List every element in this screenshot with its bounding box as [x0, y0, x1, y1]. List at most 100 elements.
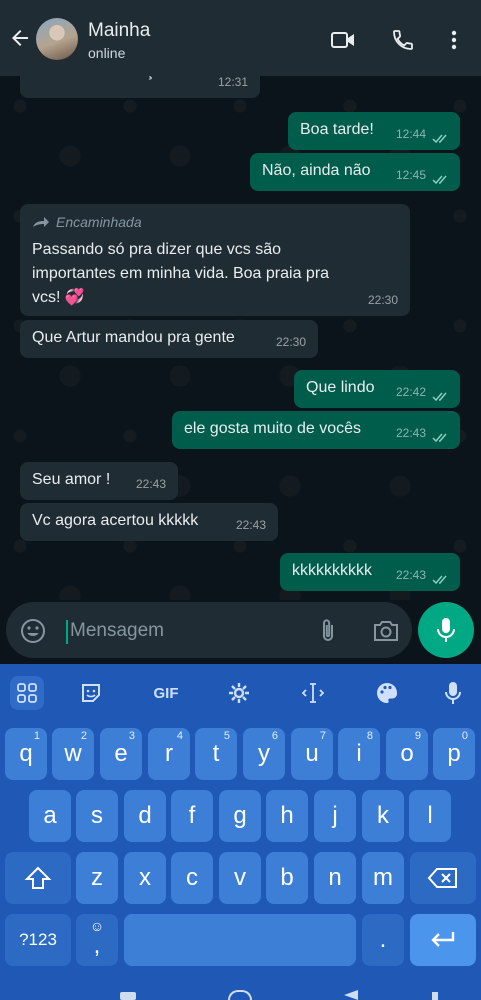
message-outgoing[interactable]: ele gosta muito de vocês 22:43	[172, 411, 460, 449]
contact-name[interactable]: Mainha	[88, 20, 150, 42]
key-label: ,	[93, 932, 101, 959]
key-m[interactable]: m	[362, 852, 404, 904]
message-text: Passando só pra dizer que vcs são import…	[32, 241, 330, 306]
forwarded-label: Encaminhada	[32, 210, 398, 234]
key-o[interactable]: o9	[386, 728, 428, 780]
key-hint: 7	[319, 730, 326, 742]
message-input-placeholder[interactable]: Mensagem	[66, 620, 164, 644]
video-call-icon[interactable]	[330, 28, 356, 52]
message-incoming[interactable]: Que Artur mandou pra gente 22:30	[20, 320, 318, 358]
key-a[interactable]: a	[29, 790, 71, 842]
key-hint: 4	[176, 730, 183, 742]
message-time: 12:31	[217, 76, 248, 89]
message-time: 22:30	[367, 293, 398, 307]
key-p[interactable]: p0	[433, 728, 475, 780]
key-k[interactable]: k	[362, 790, 404, 842]
key-g[interactable]: g	[219, 790, 261, 842]
key-r[interactable]: r4	[148, 728, 190, 780]
message-input[interactable]: Mensagem	[6, 602, 412, 658]
voice-input-icon[interactable]	[436, 676, 470, 710]
message-time: 22:42	[395, 385, 426, 399]
read-ticks-icon	[432, 175, 447, 185]
on-screen-keyboard: GIF q1 w2 e3 r4 t5 y6 u7 i8 o9 p0 a s d …	[0, 664, 481, 1000]
key-hint: 2	[80, 730, 87, 742]
theme-palette-icon[interactable]	[370, 676, 404, 710]
key-n[interactable]: n	[314, 852, 356, 904]
message-incoming[interactable]: Seu amor ! 22:43	[20, 462, 178, 500]
message-incoming-forwarded[interactable]: Encaminhada Passando só pra dizer que vc…	[20, 204, 410, 316]
enter-arrow-icon	[431, 932, 455, 947]
gif-button[interactable]: GIF	[148, 676, 184, 710]
avatar[interactable]	[36, 18, 78, 60]
key-f[interactable]: f	[171, 790, 213, 842]
message-incoming[interactable]: Vc agora acertou kkkkk 22:43	[20, 503, 278, 541]
key-label: r	[165, 740, 173, 767]
key-d[interactable]: d	[124, 790, 166, 842]
enter-key[interactable]	[410, 914, 476, 966]
key-u[interactable]: u7	[291, 728, 333, 780]
shift-key[interactable]	[5, 852, 71, 904]
key-hint: 3	[128, 730, 135, 742]
message-text: Boa tarde! Almoçou?	[32, 76, 181, 84]
emoji-comma-key[interactable]: ☺ ,	[76, 914, 118, 966]
key-l[interactable]: l	[409, 790, 451, 842]
home-icon[interactable]	[228, 990, 252, 1000]
sticker-icon[interactable]	[74, 676, 108, 710]
read-ticks-icon	[432, 134, 447, 144]
message-outgoing[interactable]: Boa tarde! 12:44	[288, 112, 460, 150]
key-hint: 6	[271, 730, 278, 742]
keyboard-hide-icon[interactable]	[432, 992, 438, 1000]
apps-grid-icon[interactable]	[10, 676, 44, 710]
key-c[interactable]: c	[171, 852, 213, 904]
symbols-key[interactable]: ?123	[5, 914, 71, 966]
keyboard-toolbar: GIF	[0, 664, 481, 720]
key-x[interactable]: x	[124, 852, 166, 904]
key-label: o	[400, 740, 414, 767]
settings-gear-icon[interactable]	[222, 676, 256, 710]
read-ticks-icon	[432, 392, 447, 402]
key-h[interactable]: h	[266, 790, 308, 842]
key-t[interactable]: t5	[195, 728, 237, 780]
key-y[interactable]: y6	[243, 728, 285, 780]
key-label: w	[64, 740, 82, 767]
message-text: Não, ainda não	[262, 162, 371, 179]
key-j[interactable]: j	[314, 790, 356, 842]
read-ticks-icon	[432, 575, 447, 585]
message-text: Boa tarde!	[300, 121, 374, 138]
key-label: q	[19, 740, 33, 767]
key-label: y	[258, 740, 270, 767]
phone-call-icon[interactable]	[390, 28, 416, 52]
key-b[interactable]: b	[266, 852, 308, 904]
message-time: 22:43	[235, 518, 266, 532]
key-z[interactable]: z	[76, 852, 118, 904]
message-time: 22:43	[395, 568, 426, 582]
message-text: Seu amor !	[32, 471, 111, 488]
key-label: u	[305, 740, 319, 767]
recents-icon[interactable]	[120, 992, 136, 1000]
forwarded-text: Encaminhada	[56, 214, 142, 230]
camera-icon[interactable]	[372, 619, 400, 643]
key-i[interactable]: i8	[338, 728, 380, 780]
back-arrow-icon[interactable]	[8, 26, 32, 50]
backspace-key[interactable]	[410, 852, 476, 904]
voice-record-button[interactable]	[418, 602, 474, 658]
message-outgoing[interactable]: Não, ainda não 12:45	[250, 153, 460, 191]
key-q[interactable]: q1	[5, 728, 47, 780]
more-options-icon[interactable]	[442, 28, 466, 52]
message-outgoing[interactable]: Que lindo 22:42	[294, 370, 460, 408]
attachment-icon[interactable]	[318, 618, 338, 644]
back-nav-icon[interactable]	[344, 990, 358, 1000]
space-bar[interactable]	[124, 914, 356, 966]
text-cursor-icon[interactable]	[296, 676, 330, 710]
key-v[interactable]: v	[219, 852, 261, 904]
key-hint: 8	[366, 730, 373, 742]
key-s[interactable]: s	[76, 790, 118, 842]
key-w[interactable]: w2	[52, 728, 94, 780]
message-incoming[interactable]: Boa tarde! Almoçou? 12:31	[20, 76, 260, 98]
emoji-icon[interactable]	[20, 618, 46, 644]
message-outgoing[interactable]: kkkkkkkkkk 22:43	[280, 553, 460, 591]
key-label: p	[447, 740, 461, 767]
period-key[interactable]: .	[362, 914, 404, 966]
chat-area[interactable]: Boa tarde! Almoçou? 12:31 Boa tarde! 12:…	[0, 76, 481, 600]
key-e[interactable]: e3	[100, 728, 142, 780]
